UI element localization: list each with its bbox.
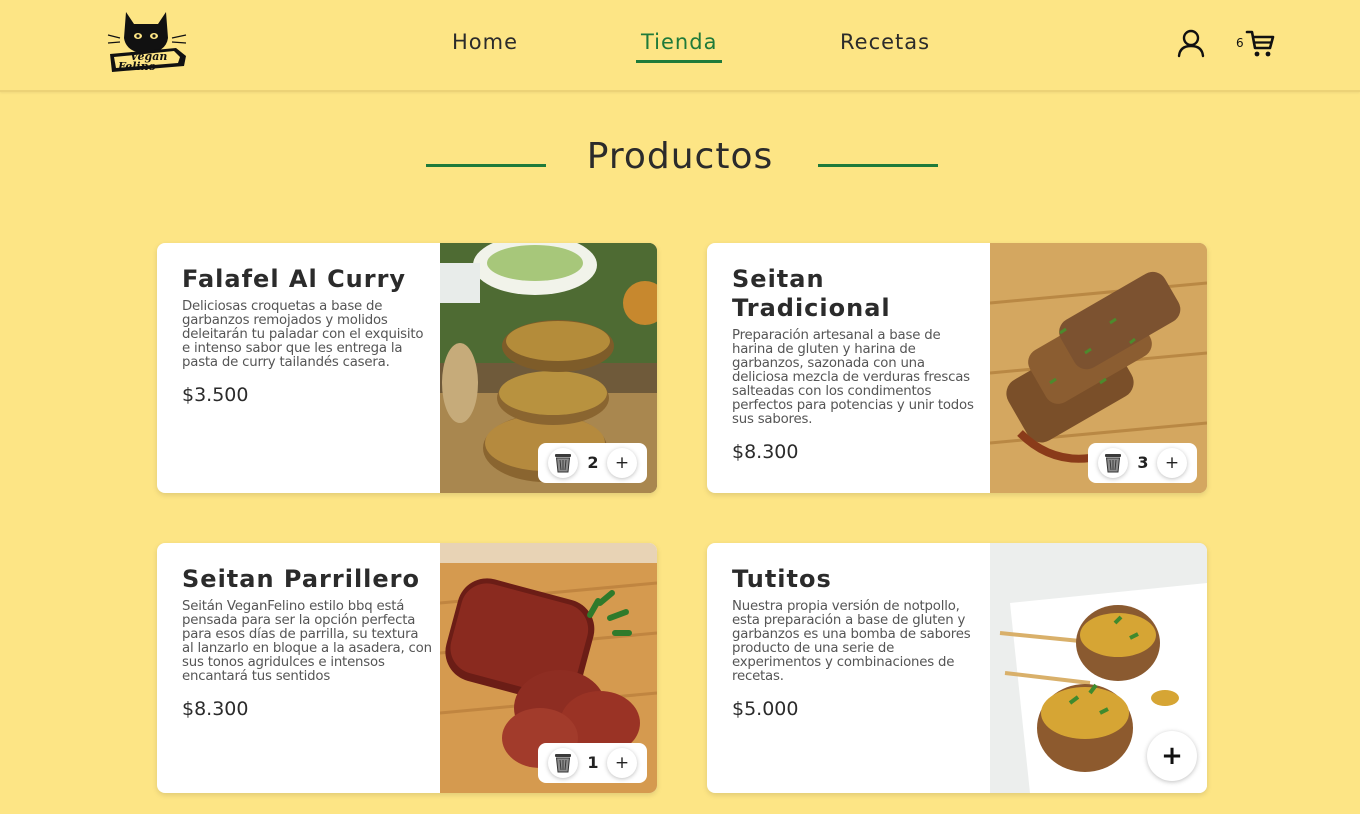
product-name: Seitan Tradicional (732, 265, 891, 322)
quantity-value: 3 (1137, 453, 1149, 472)
quantity-stepper: 3 + (1088, 443, 1197, 483)
product-description: Deliciosas croquetas a base de garbanzos… (182, 298, 424, 370)
title-divider-right (818, 164, 938, 167)
product-card-falafel-al-curry: Falafel Al Curry Deliciosas croquetas a … (157, 243, 657, 493)
trash-icon (1105, 454, 1121, 473)
product-info: Seitan Tradicional Preparación artesanal… (732, 265, 982, 463)
remove-button[interactable] (1098, 448, 1128, 478)
product-price: $5.000 (732, 697, 799, 720)
nav-tienda[interactable]: Tienda (636, 30, 723, 63)
product-name: Falafel Al Curry (182, 265, 407, 293)
product-description: Preparación artesanal a base de harina d… (732, 327, 974, 427)
remove-button[interactable] (548, 748, 578, 778)
page-title: Productos (586, 136, 774, 177)
product-price: $3.500 (182, 383, 249, 406)
cart-count: 6 (1236, 36, 1244, 50)
logo-text-felino: Felino (117, 60, 156, 73)
site-header: Vegan Felino Home Tienda Recetas 6 (0, 0, 1360, 92)
product-description: Seitán VeganFelino estilo bbq está pensa… (182, 598, 432, 684)
product-info: Falafel Al Curry Deliciosas croquetas a … (182, 265, 432, 406)
product-name: Seitan Parrillero (182, 565, 420, 593)
product-card-tutitos: Tutitos Nuestra propia versión de notpol… (707, 543, 1207, 793)
add-to-cart-button[interactable]: + (1147, 731, 1197, 781)
trash-icon (555, 454, 571, 473)
increment-button[interactable]: + (607, 448, 637, 478)
product-card-seitan-tradicional: Seitan Tradicional Preparación artesanal… (707, 243, 1207, 493)
quantity-value: 1 (587, 753, 599, 772)
vegan-felino-logo[interactable]: Vegan Felino (106, 8, 190, 76)
product-info: Seitan Parrillero Seitán VeganFelino est… (182, 565, 432, 720)
product-info: Tutitos Nuestra propia versión de notpol… (732, 565, 982, 720)
quantity-stepper: 2 + (538, 443, 647, 483)
product-price: $8.300 (732, 440, 799, 463)
quantity-stepper: 1 + (538, 743, 647, 783)
increment-button[interactable]: + (607, 748, 637, 778)
quantity-value: 2 (587, 453, 599, 472)
section-title-wrap: Productos (0, 134, 1360, 190)
remove-button[interactable] (548, 448, 578, 478)
nav-home[interactable]: Home (452, 30, 518, 60)
product-description: Nuestra propia versión de notpollo, esta… (732, 598, 971, 684)
title-divider-left (426, 164, 546, 167)
shopping-cart-icon (1245, 30, 1275, 57)
user-icon[interactable] (1176, 28, 1206, 58)
nav-recetas[interactable]: Recetas (840, 30, 930, 60)
product-price: $8.300 (182, 697, 249, 720)
increment-button[interactable]: + (1157, 448, 1187, 478)
product-name: Tutitos (732, 565, 832, 593)
product-card-seitan-parrillero: Seitan Parrillero Seitán VeganFelino est… (157, 543, 657, 793)
trash-icon (555, 754, 571, 773)
